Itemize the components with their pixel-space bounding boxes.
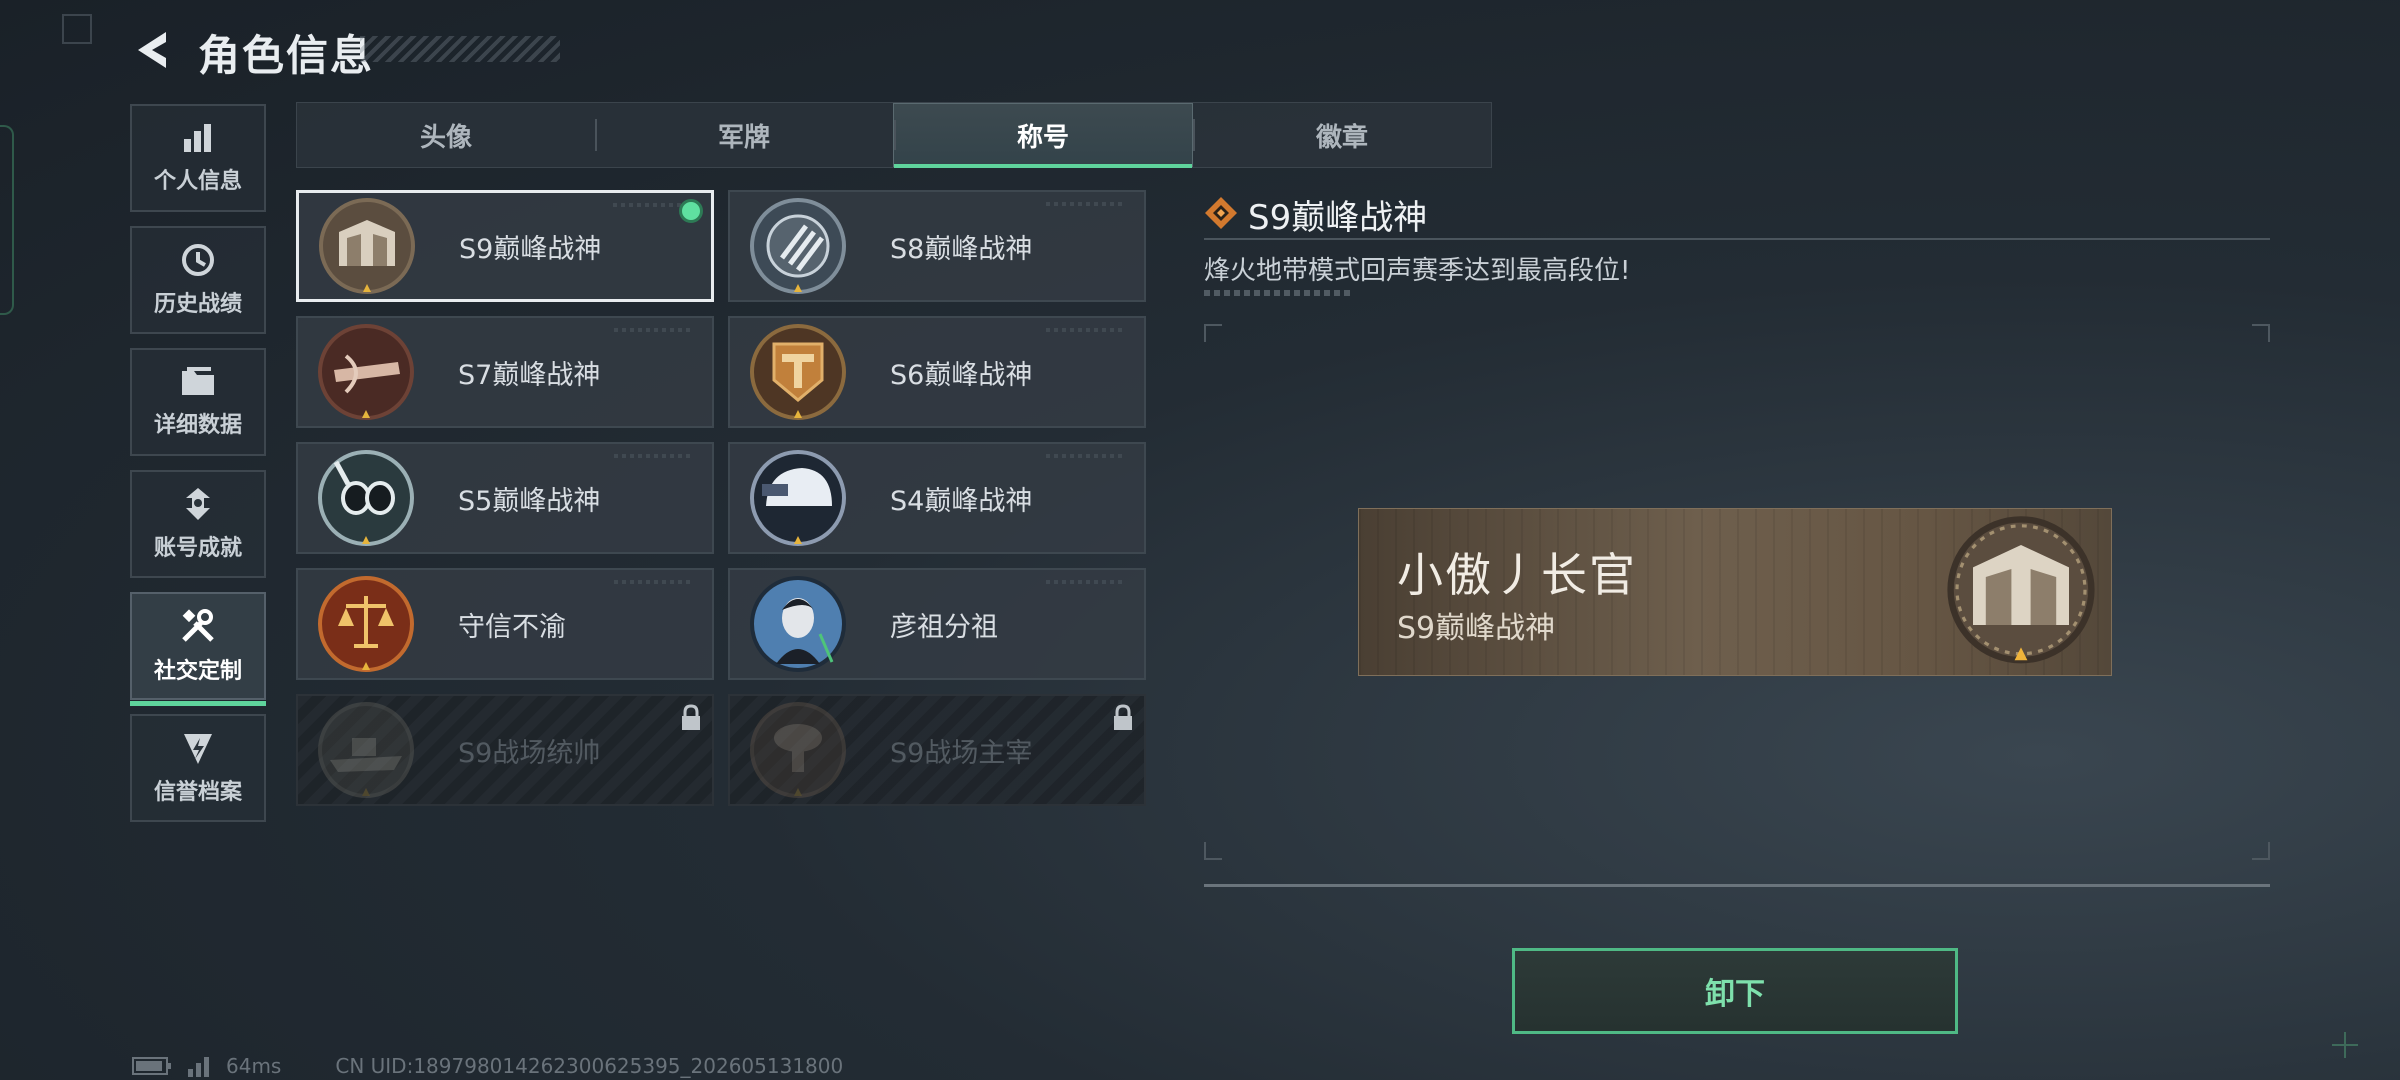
sidebar-item-label: 信誉档案	[153, 780, 242, 805]
slashes-medal-icon	[748, 196, 848, 296]
card-decoration	[1046, 328, 1126, 332]
title-card-name: S5巅峰战神	[458, 485, 601, 517]
equipped-indicator	[679, 199, 703, 223]
frame-corner	[1204, 842, 1222, 860]
title-card-name: S9战场统帅	[458, 737, 601, 769]
t-emblem-medal-icon	[748, 322, 848, 422]
achievement-icon	[186, 488, 210, 520]
helmet-medal-icon	[748, 448, 848, 548]
preview-divider	[1204, 884, 2270, 887]
warship-medal-icon	[316, 700, 416, 800]
tab-avatar[interactable]: 头像	[297, 103, 595, 167]
tab-badge[interactable]: 徽章	[1193, 103, 1491, 167]
card-decoration	[1046, 580, 1126, 584]
uid-text: CN UID:18979801426230062539­5_2026051318…	[335, 1054, 844, 1078]
battery-icon	[132, 1057, 171, 1075]
fortress-medal-icon	[1947, 516, 2095, 664]
lock-icon	[1114, 704, 1132, 730]
sidebar-item-achievements[interactable]: 账号成就	[130, 470, 266, 578]
frame-corner	[1204, 324, 1222, 342]
title-card-s9-peak[interactable]: S9巅峰战神	[296, 190, 714, 302]
sidebar-item-label: 个人信息	[153, 169, 242, 194]
lock-icon	[682, 704, 700, 730]
left-edge-tab[interactable]	[0, 125, 14, 315]
title-card-name: S6巅峰战神	[890, 359, 1033, 391]
title-card-name: 守信不渝	[458, 611, 566, 643]
sidebar-item-label: 账号成就	[153, 536, 242, 561]
signal-icon	[188, 1057, 209, 1077]
title-card-s9-commander[interactable]: S9战场统帅	[296, 694, 714, 806]
back-button[interactable]	[130, 24, 174, 76]
sidebar-item-label: 社交定制	[153, 659, 242, 684]
plate-title: S9巅峰战神	[1397, 611, 1556, 646]
crossbow-medal-icon	[316, 322, 416, 422]
title-card-s7-peak[interactable]: S7巅峰战神	[296, 316, 714, 428]
detail-divider	[1204, 238, 2270, 240]
plus-mark-icon	[2332, 1032, 2358, 1058]
title-card-faithful[interactable]: 守信不渝	[296, 568, 714, 680]
sidebar-item-label: 历史战绩	[153, 292, 242, 317]
sidebar-item-label: 详细数据	[153, 413, 242, 438]
diamond-title-icon	[1205, 197, 1237, 229]
title-card-name: S8巅峰战神	[890, 233, 1033, 265]
title-plate-preview: 小傲丿长官 S9巅峰战神	[1358, 508, 2112, 676]
title-card-name: S9战场主宰	[890, 737, 1033, 769]
title-card-name: 彦祖分祖	[890, 611, 998, 643]
card-decoration	[614, 454, 694, 458]
sidebar-item-history[interactable]: 历史战绩	[130, 226, 266, 334]
bar-chart-icon	[184, 124, 211, 152]
corner-frame	[62, 14, 92, 44]
title-card-s4-peak[interactable]: S4巅峰战神	[728, 442, 1146, 554]
diving-mask-medal-icon	[316, 448, 416, 548]
player-name: 小傲丿长官	[1397, 548, 1637, 602]
detail-title: S9巅峰战神	[1248, 198, 1428, 238]
title-card-name: S7巅峰战神	[458, 359, 601, 391]
title-decoration	[360, 36, 560, 62]
card-decoration	[614, 580, 694, 584]
detail-description: 烽火地带模式回声赛季达到最高段位!	[1204, 256, 1631, 286]
sidebar-item-social-custom[interactable]: 社交定制	[130, 592, 266, 706]
frame-corner	[2252, 842, 2270, 860]
sidebar-item-details[interactable]: 详细数据	[130, 348, 266, 456]
tab-bar: 头像 军牌 称号 徽章	[296, 102, 1492, 168]
title-card-s6-peak[interactable]: S6巅峰战神	[728, 316, 1146, 428]
card-decoration	[1046, 202, 1126, 206]
title-card-yanzu[interactable]: 彦祖分祖	[728, 568, 1146, 680]
title-card-s9-dominator[interactable]: S9战场主宰	[728, 694, 1146, 806]
tools-icon	[182, 609, 214, 642]
fortress-medal-icon	[317, 196, 417, 296]
scales-medal-icon	[316, 574, 416, 674]
description-decoration	[1204, 290, 1354, 296]
tab-title[interactable]: 称号	[893, 103, 1193, 168]
tab-dogtag[interactable]: 军牌	[595, 103, 893, 167]
title-card-name: S9巅峰战神	[459, 233, 602, 265]
title-card-s8-peak[interactable]: S8巅峰战神	[728, 190, 1146, 302]
card-decoration	[1046, 454, 1126, 458]
mushroom-cloud-medal-icon	[748, 700, 848, 800]
ping-value: 64ms	[226, 1054, 282, 1078]
shield-bolt-icon	[184, 734, 212, 764]
card-decoration	[614, 328, 694, 332]
sidebar-item-reputation[interactable]: 信誉档案	[130, 714, 266, 822]
frame-corner	[2252, 324, 2270, 342]
folder-icon	[182, 367, 214, 395]
title-card-s5-peak[interactable]: S5巅峰战神	[296, 442, 714, 554]
status-footer: 64ms CN UID:18979801426230062539­5_20260…	[132, 1054, 843, 1078]
portrait-medal-icon	[748, 574, 848, 674]
page-title: 角色信息	[198, 31, 375, 80]
title-card-name: S4巅峰战神	[890, 485, 1033, 517]
unequip-button[interactable]: 卸下	[1512, 948, 1958, 1034]
clock-history-icon	[182, 244, 214, 276]
sidebar-item-profile[interactable]: 个人信息	[130, 104, 266, 212]
back-arrow-icon	[138, 32, 166, 68]
